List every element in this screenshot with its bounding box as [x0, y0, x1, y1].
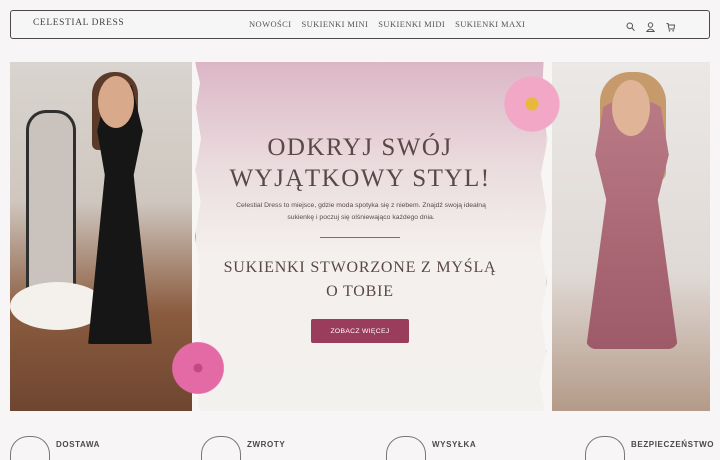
hero-description: Celestial Dress to miejsce, gdzie moda s…: [228, 200, 494, 224]
shipping-icon: [386, 436, 426, 460]
hero-subtitle-line-1: SUKIENKI STWORZONE Z MYŚLĄ: [223, 259, 497, 276]
hero-description-line-2: sukienkę i poczuj się olśniewająco każde…: [287, 214, 435, 221]
feature-returns: ZWROTY: [201, 432, 285, 460]
hero-subtitle-line-2: O TOBIE: [326, 283, 394, 300]
pink-flower-decoration: [500, 72, 564, 136]
model-right-face: [612, 80, 650, 136]
feature-shipping: WYSYŁKA: [386, 432, 476, 460]
user-icon[interactable]: [645, 19, 656, 32]
security-icon: [585, 436, 625, 460]
header-icons: [626, 19, 676, 32]
feature-label: WYSYŁKA: [432, 440, 477, 449]
features-bar: DOSTAWA ZWROTY WYSYŁKA BEZPIECZEŃSTWO: [0, 432, 720, 460]
delivery-icon: [10, 436, 50, 460]
main-nav: NOWOŚCI SUKIENKI MINI SUKIENKI MIDI SUKI…: [249, 19, 525, 29]
cart-icon[interactable]: [666, 19, 676, 32]
hero-title-line-1: ODKRYJ SWÓJ: [267, 134, 453, 161]
hero-title-line-2: WYJĄTKOWY STYL!: [229, 165, 491, 192]
hero-description-line-1: Celestial Dress to miejsce, gdzie moda s…: [236, 202, 486, 209]
hero-subtitle: SUKIENKI STWORZONE Z MYŚLĄ O TOBIE: [210, 256, 510, 304]
site-logo[interactable]: CELESTIAL DRESS: [33, 18, 124, 28]
search-icon[interactable]: [626, 19, 635, 32]
site-header: CELESTIAL DRESS NOWOŚCI SUKIENKI MINI SU…: [10, 10, 710, 39]
feature-security: BEZPIECZEŃSTWO: [585, 432, 714, 460]
feature-label: DOSTAWA: [56, 440, 101, 449]
feature-label: BEZPIECZEŃSTWO: [631, 440, 715, 449]
hero-title: ODKRYJ SWÓJ WYJĄTKOWY STYL!: [190, 132, 530, 194]
magenta-flower-decoration: [168, 338, 228, 398]
nav-item-maxi[interactable]: SUKIENKI MAXI: [455, 19, 525, 29]
model-left-face: [98, 76, 134, 128]
feature-label: ZWROTY: [247, 440, 286, 449]
nav-item-mini[interactable]: SUKIENKI MINI: [301, 19, 368, 29]
returns-icon: [201, 436, 241, 460]
nav-item-midi[interactable]: SUKIENKI MIDI: [378, 19, 445, 29]
nav-item-nowosci[interactable]: NOWOŚCI: [249, 19, 291, 29]
feature-delivery: DOSTAWA: [10, 432, 100, 460]
hero-divider: [320, 237, 400, 238]
see-more-button[interactable]: ZOBACZ WIĘCEJ: [311, 319, 409, 343]
